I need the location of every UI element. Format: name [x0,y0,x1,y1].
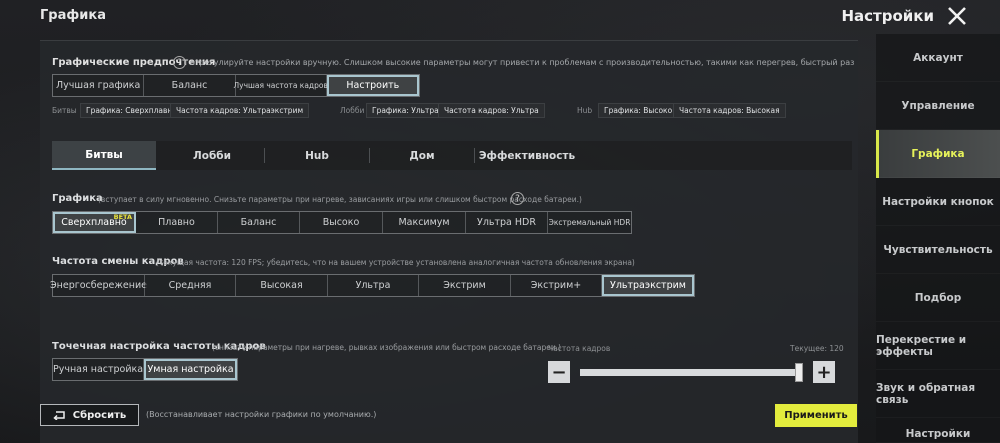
tab-battle[interactable]: Битвы [52,141,156,170]
slider-minus-button[interactable]: − [548,361,570,383]
sidebar-item-more[interactable]: Настройки [876,418,1000,443]
reset-button[interactable]: Сбросить [40,404,139,426]
tab-lobby[interactable]: Лобби [160,141,264,170]
graphics-option-balance[interactable]: Баланс [218,212,300,233]
settings-title: Настройки [841,7,934,25]
fps-slider-thumb[interactable] [795,363,803,382]
fps-option-high[interactable]: Высокая [236,275,328,296]
fine-tune-option-manual[interactable]: Ручная настройка [53,359,145,380]
fps-option-power-saving[interactable]: Энергосбережение [50,275,147,296]
page-title: Графика [40,8,106,23]
close-icon [948,7,966,25]
reset-button-label: Сбросить [72,409,127,421]
graphics-option-ultra-smooth[interactable]: Сверхплавно BETA [53,212,136,233]
graphics-option-high[interactable]: Высоко [300,212,383,233]
hub-fps-pill: Частота кадров: Высокая [673,103,786,118]
fps-option-medium[interactable]: Средняя [145,275,236,296]
graphics-option-max[interactable]: Максимум [383,212,466,233]
sidebar-item-graphics[interactable]: Графика [876,130,1000,178]
sidebar-item-sound-feedback[interactable]: Звук и обратная связь [876,370,1000,418]
graphics-option-ultra-hdr[interactable]: Ультра HDR [466,212,548,233]
lobby-fps-pill: Частота кадров: Ультра [438,103,545,118]
slider-plus-button[interactable]: + [813,361,835,383]
sidebar-item-button-settings[interactable]: Настройки кнопок [876,178,1000,226]
graphics-selector: Сверхплавно BETA Плавно Баланс Высоко Ма… [52,211,632,234]
pref-option-balance[interactable]: Баланс [144,75,236,96]
tab-home[interactable]: Дом [370,141,474,170]
fps-option-extreme-plus[interactable]: Экстрим+ [511,275,602,296]
tab-efficiency[interactable]: Эффективность [475,141,579,170]
sidebar-item-crosshair-effects[interactable]: Перекрестие и эффекты [876,322,1000,370]
battle-summary-label: Битвы [52,106,77,115]
hub-graphics-pill: Графика: Высоко [598,103,679,118]
fine-tune-option-smart[interactable]: Умная настройка [144,359,237,380]
beta-badge: BETA [113,213,132,221]
slider-current-value: Текущее: 120 [790,344,844,353]
graphics-panel [40,40,858,443]
pref-option-best-fps[interactable]: Лучшая частота кадров [233,75,328,96]
fps-option-ultra[interactable]: Ультра [328,275,419,296]
mode-tabs: Битвы Лобби Hub Дом Эффективность [52,141,852,170]
reset-description: (Восстанавливает настройки графики по ум… [146,410,377,419]
fine-tune-note: (снизьте параметры при нагреве, рывках и… [212,343,562,352]
graphics-title: Графика [52,193,103,204]
preferences-selector: Лучшая графика Баланс Лучшая частота кад… [52,74,420,97]
hub-summary-label: Hub [577,106,593,115]
frame-rate-selector: Энергосбережение Средняя Высокая Ультра … [50,274,695,297]
settings-sidebar: Аккаунт Управление Графика Настройки кно… [876,34,1000,443]
pref-option-custom[interactable]: Настроить [326,75,420,96]
graphics-option-smooth[interactable]: Плавно [136,212,218,233]
frame-rate-note: (текущая частота: 120 FPS; убедитесь, чт… [156,258,635,267]
help-icon[interactable]: ? [511,192,524,205]
lobby-graphics-pill: Графика: Ультра [366,103,445,118]
sidebar-item-controls[interactable]: Управление [876,82,1000,130]
sidebar-item-account[interactable]: Аккаунт [876,34,1000,82]
sidebar-item-sensitivity[interactable]: Чувствительность [876,226,1000,274]
undo-icon [53,411,65,420]
help-icon[interactable]: ? [173,56,186,69]
battle-fps-pill: Частота кадров: Ультраэкстрим [170,103,310,118]
preferences-description: отрегулируйте настройки вручную. Слишком… [190,58,854,67]
fine-tune-selector: Ручная настройка Умная настройка [52,358,238,381]
battle-graphics-pill: Графика: Сверхплавно [80,103,183,118]
apply-button[interactable]: Применить [775,404,857,427]
lobby-summary-label: Лобби [340,106,365,115]
top-bar: Графика Настройки [0,0,1000,34]
pref-option-best-graphics[interactable]: Лучшая графика [53,75,145,96]
graphics-note: (вступает в силу мгновенно. Снизьте пара… [98,195,582,204]
close-button[interactable] [944,3,970,29]
fps-option-ultra-extreme[interactable]: Ультраэкстрим [602,275,694,296]
tab-hub[interactable]: Hub [265,141,369,170]
fps-slider-track[interactable] [580,369,803,376]
fps-option-extreme[interactable]: Экстрим [419,275,511,296]
slider-label: Частота кадров [548,344,611,353]
sidebar-item-matchmaking[interactable]: Подбор [876,274,1000,322]
graphics-option-extreme-hdr[interactable]: Экстремальный HDR [548,212,631,233]
